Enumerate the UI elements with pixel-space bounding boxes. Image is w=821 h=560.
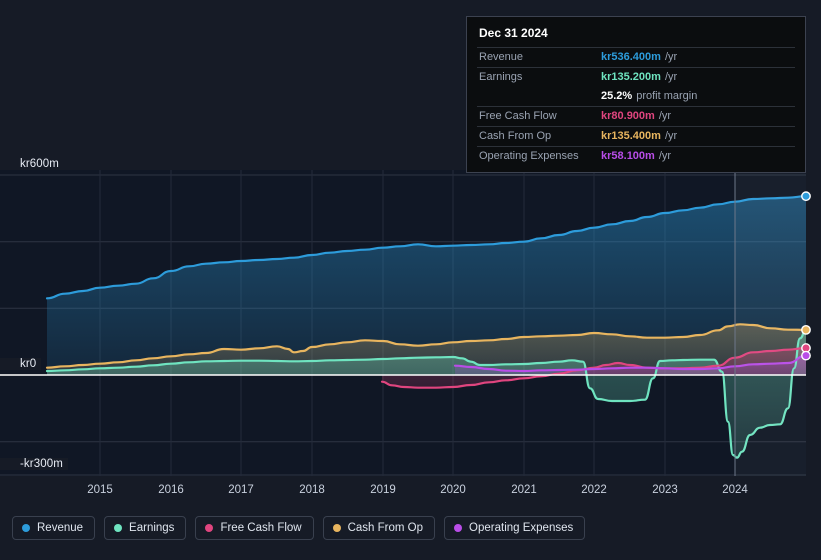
legend-item-label: Cash From Op xyxy=(347,522,424,534)
tooltip-row-unit: /yr xyxy=(664,71,678,83)
tooltip-row-label: Free Cash Flow xyxy=(479,110,557,122)
chart-tooltip: Dec 31 2024 Revenue kr536.400m/yr Earnings… xyxy=(466,16,806,173)
legend-color-dot-icon xyxy=(205,524,214,532)
tooltip-row: Earnings kr135.200m/yr xyxy=(477,67,795,87)
legend-color-dot-icon xyxy=(332,524,341,532)
x-axis-tick: 2018 xyxy=(299,484,325,496)
y-axis-tick: kr600m xyxy=(0,158,64,170)
tooltip-row-value: kr58.100m xyxy=(601,150,655,162)
x-axis-tick: 2023 xyxy=(652,484,678,496)
x-axis-tick: 2017 xyxy=(228,484,254,496)
x-axis-tick: 2021 xyxy=(511,484,537,496)
tooltip-row-label: Revenue xyxy=(479,51,524,63)
y-axis-tick: -kr300m xyxy=(0,458,68,470)
tooltip-row-value: kr135.400m xyxy=(601,130,661,142)
tooltip-row: Cash From Op kr135.400m/yr xyxy=(477,126,795,146)
chart-legend[interactable]: Revenue Earnings Free Cash Flow Cash From O… xyxy=(12,516,586,540)
tooltip-date: Dec 31 2024 xyxy=(479,26,548,40)
legend-item-label: Revenue xyxy=(37,522,84,534)
y-axis-tick: kr0 xyxy=(0,358,42,370)
tooltip-rows: Revenue kr536.400m/yr Earnings kr135.200m/y… xyxy=(477,47,795,166)
tooltip-row-unit: profit margin xyxy=(636,90,698,102)
tooltip-row: Free Cash Flow kr80.900m/yr xyxy=(477,106,795,126)
x-axis-tick: 2016 xyxy=(158,484,184,496)
tooltip-row-label: Cash From Op xyxy=(479,130,552,142)
tooltip-row-value: 25.2% xyxy=(601,90,633,102)
tooltip-row: Revenue kr536.400m/yr xyxy=(477,47,795,67)
x-axis-tick: 2020 xyxy=(440,484,466,496)
tooltip-row-unit: /yr xyxy=(664,51,678,63)
legend-item-earnings[interactable]: Earnings xyxy=(104,516,187,540)
legend-item-free-cash-flow[interactable]: Free Cash Flow xyxy=(195,516,314,540)
tooltip-row-label: Operating Expenses xyxy=(479,150,579,162)
tooltip-row-unit: /yr xyxy=(664,130,678,142)
tooltip-row-value: kr135.200m xyxy=(601,71,661,83)
legend-color-dot-icon xyxy=(22,524,30,532)
legend-item-label: Earnings xyxy=(129,522,175,534)
legend-item-operating-expenses[interactable]: Operating Expenses xyxy=(444,516,586,540)
x-axis-tick: 2022 xyxy=(581,484,607,496)
x-axis-tick: 2019 xyxy=(370,484,396,496)
legend-item-label: Free Cash Flow xyxy=(220,522,302,534)
cursor-line xyxy=(734,170,736,476)
tooltip-row-unit: /yr xyxy=(658,150,672,162)
legend-color-dot-icon xyxy=(114,524,123,532)
x-axis-tick: 2024 xyxy=(722,484,748,496)
tooltip-row-unit: /yr xyxy=(658,110,672,122)
legend-color-dot-icon xyxy=(454,524,463,532)
legend-item-cash-from-op[interactable]: Cash From Op xyxy=(322,516,436,540)
x-axis-tick: 2015 xyxy=(87,484,113,496)
tooltip-row-label: Earnings xyxy=(479,71,523,83)
tooltip-row-value: kr80.900m xyxy=(601,110,655,122)
legend-item-label: Operating Expenses xyxy=(469,522,574,534)
tooltip-row: Operating Expenses kr58.100m/yr xyxy=(477,146,795,166)
tooltip-row-value: kr536.400m xyxy=(601,51,661,63)
tooltip-row: 25.2% profit margin xyxy=(477,87,795,106)
legend-item-revenue[interactable]: Revenue xyxy=(12,516,96,540)
